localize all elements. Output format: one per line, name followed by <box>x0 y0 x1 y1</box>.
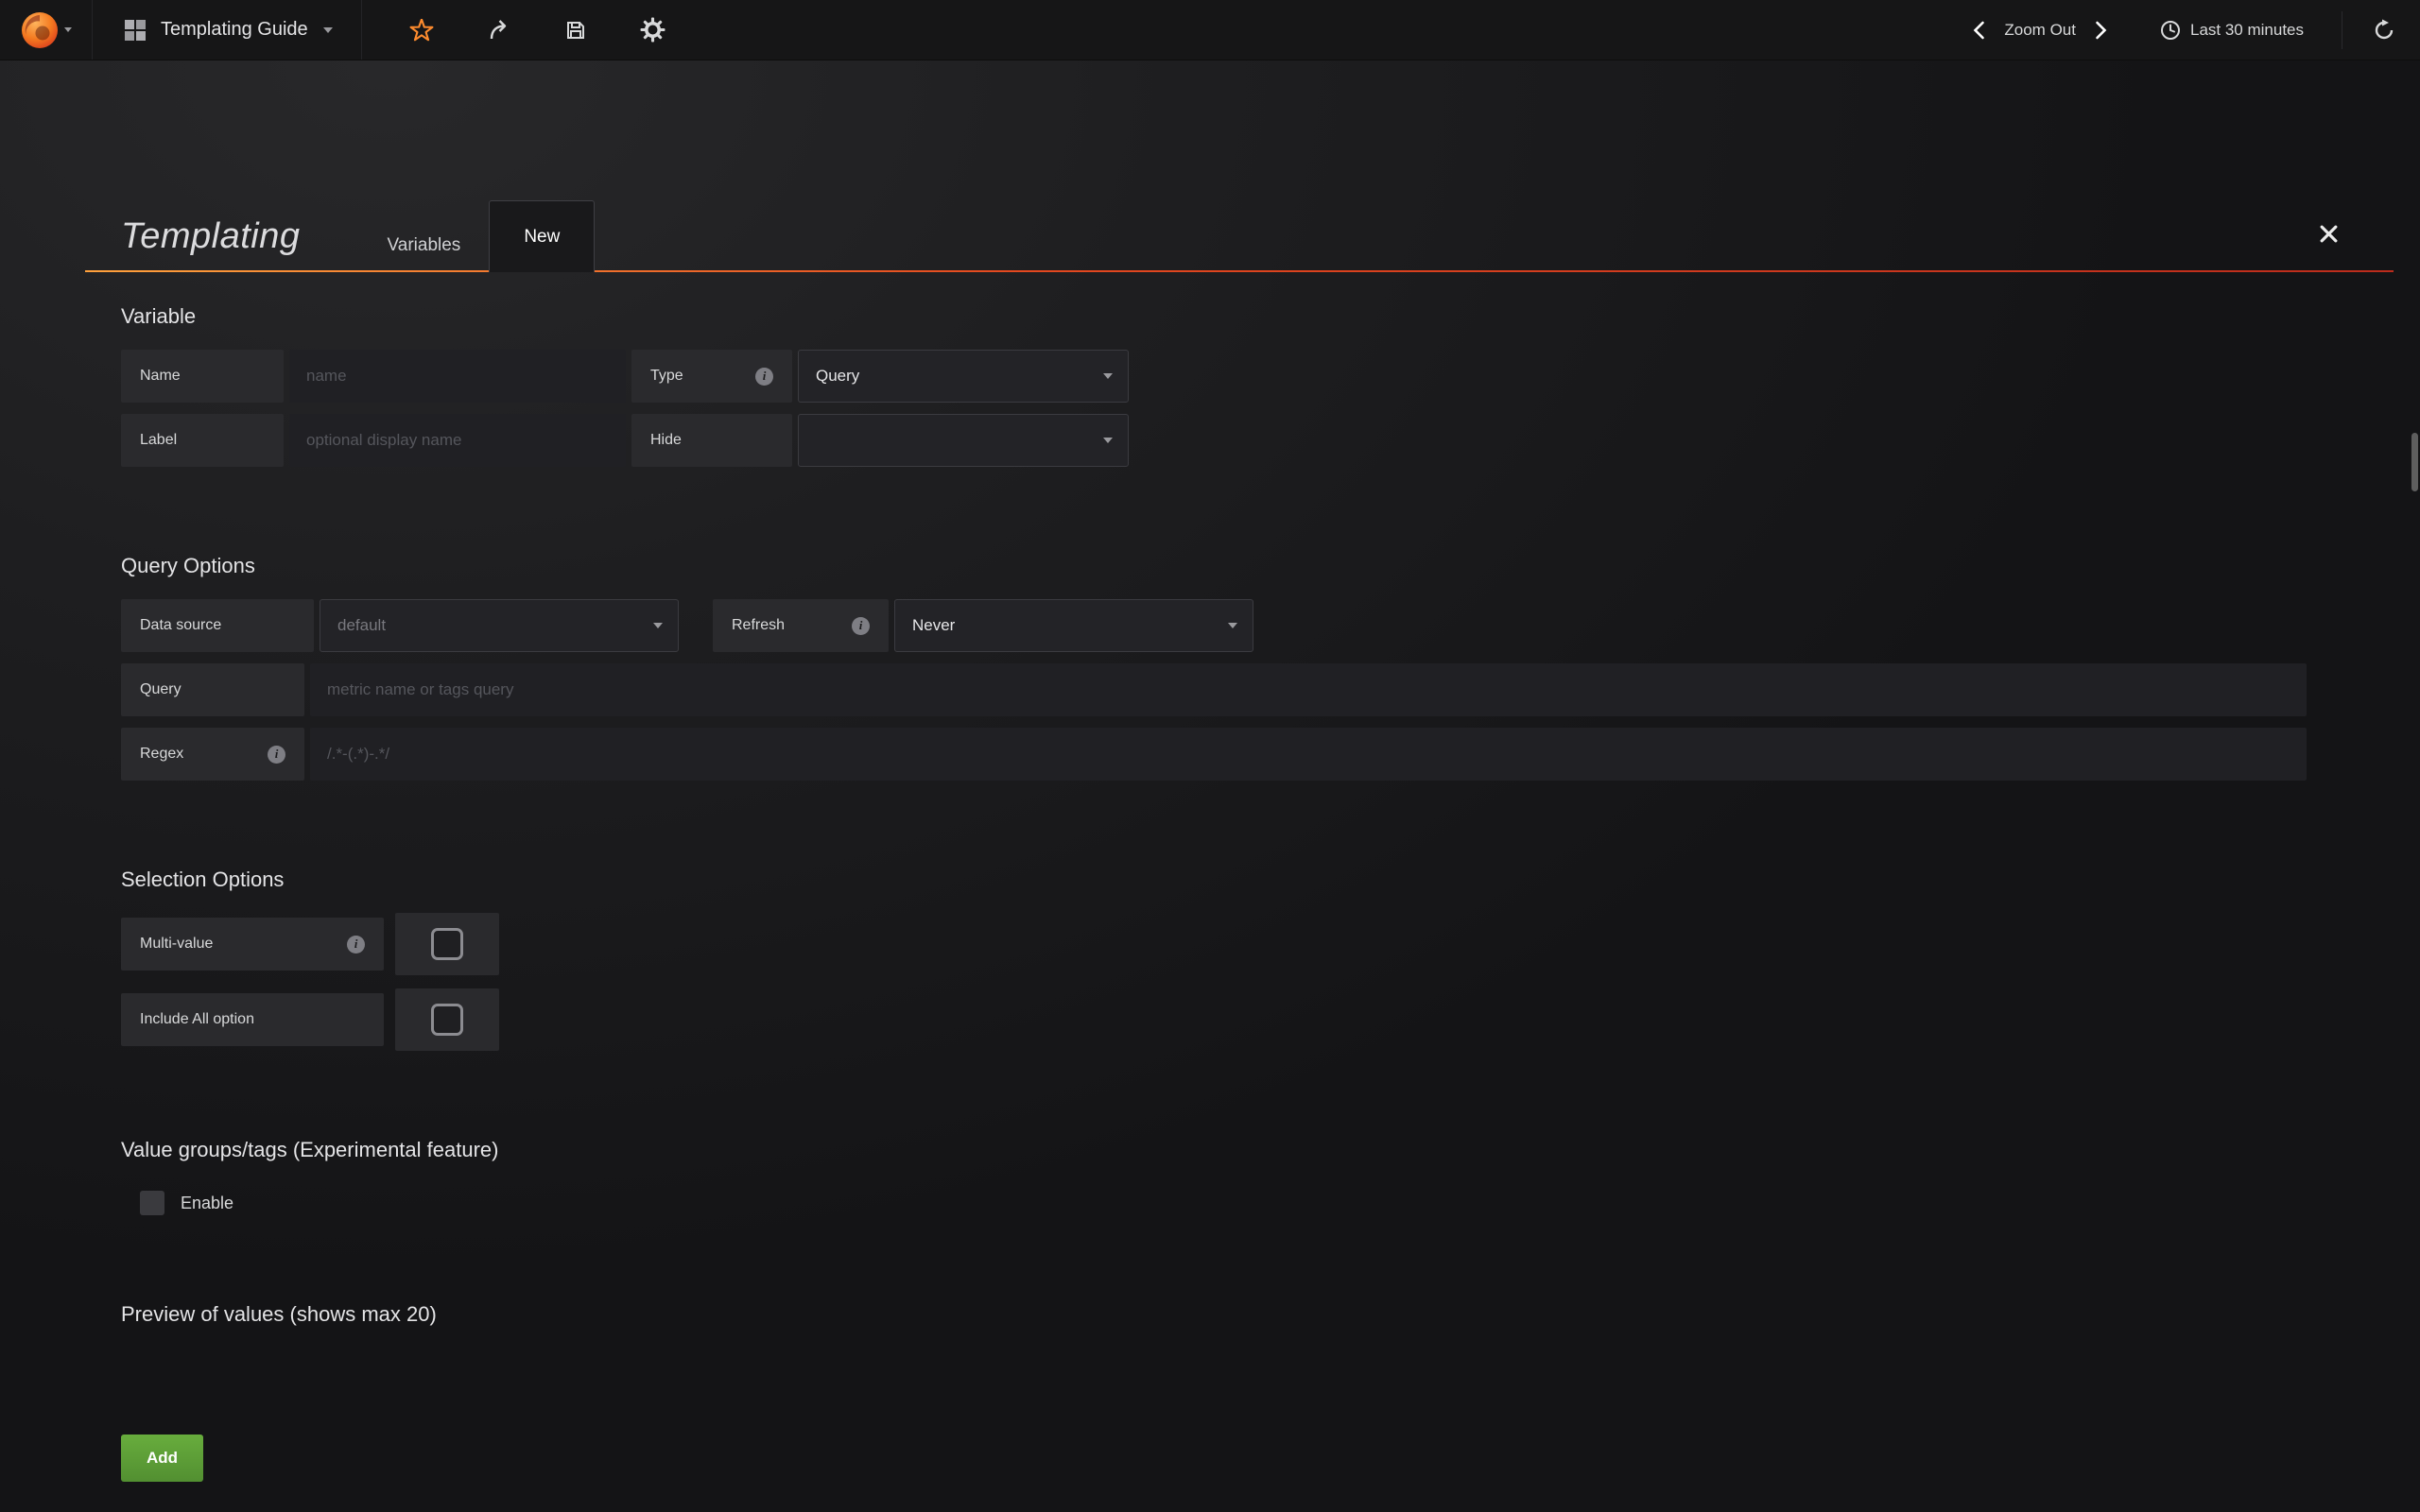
chevron-left-icon <box>1973 21 1985 40</box>
query-input[interactable] <box>310 663 2307 716</box>
checkbox-icon <box>431 928 463 960</box>
query-options-heading: Query Options <box>121 554 2420 578</box>
variable-label-row: Label Hide <box>121 414 2420 467</box>
regex-input[interactable] <box>310 728 2307 781</box>
query-options-section: Query Options Data source default Refres… <box>121 554 2420 781</box>
multi-value-row: Multi-value i <box>121 913 2420 975</box>
name-input[interactable] <box>289 350 626 403</box>
type-label: Type i <box>631 350 792 403</box>
label-input[interactable] <box>289 414 626 467</box>
enable-label: Enable <box>181 1194 233 1213</box>
enable-row: Enable <box>140 1191 2420 1215</box>
refresh-label-text: Refresh <box>732 617 785 634</box>
datasource-select[interactable]: default <box>320 599 679 652</box>
info-icon[interactable]: i <box>755 368 773 386</box>
multi-value-label: Multi-value i <box>121 918 384 971</box>
preview-heading: Preview of values (shows max 20) <box>121 1302 2420 1327</box>
variable-section: Variable Name Type i Query Label Hide <box>121 304 2420 467</box>
templating-tabs: Variables New <box>359 200 596 272</box>
enable-checkbox[interactable] <box>140 1191 164 1215</box>
info-icon[interactable]: i <box>347 936 365 954</box>
chevron-down-icon <box>653 623 663 628</box>
datasource-row: Data source default Refresh i Never <box>121 599 2420 652</box>
query-label: Query <box>121 663 304 716</box>
share-dashboard-button[interactable] <box>460 0 538 60</box>
add-variable-button[interactable]: Add <box>121 1435 203 1482</box>
save-dashboard-button[interactable] <box>538 0 614 60</box>
regex-label-text: Regex <box>140 746 183 763</box>
variable-name-row: Name Type i Query <box>121 350 2420 403</box>
star-icon <box>409 19 434 42</box>
dashboard-picker[interactable]: Templating Guide <box>93 0 362 60</box>
grafana-logo-icon <box>21 11 59 49</box>
time-controls: Zoom Out Last 30 minutes <box>1969 0 2420 60</box>
chevron-down-icon <box>1103 438 1113 443</box>
share-icon <box>487 18 511 42</box>
variable-heading: Variable <box>121 304 2420 329</box>
preview-section: Preview of values (shows max 20) <box>121 1302 2420 1327</box>
vertical-scrollbar-thumb[interactable] <box>2411 433 2418 491</box>
chevron-down-icon <box>323 27 333 33</box>
close-icon <box>2319 224 2339 244</box>
templating-editor: Variable Name Type i Query Label Hide Q <box>121 304 2420 1482</box>
hide-select[interactable] <box>798 414 1129 467</box>
chevron-down-icon <box>64 27 72 32</box>
datasource-label: Data source <box>121 599 314 652</box>
type-select-value: Query <box>816 367 859 386</box>
chevron-down-icon <box>1228 623 1237 628</box>
refresh-icon <box>2373 19 2395 42</box>
query-row: Query <box>121 663 2420 716</box>
refresh-select-value: Never <box>912 616 955 635</box>
chevron-down-icon <box>1103 373 1113 379</box>
checkbox-icon <box>431 1004 463 1036</box>
close-templating-button[interactable] <box>2315 220 2342 248</box>
dashboard-grid-icon <box>125 20 146 41</box>
chevron-right-icon <box>2095 21 2107 40</box>
type-select[interactable]: Query <box>798 350 1129 403</box>
clock-icon <box>2160 20 2181 41</box>
info-icon[interactable]: i <box>852 617 870 635</box>
type-label-text: Type <box>650 368 683 385</box>
star-dashboard-button[interactable] <box>383 0 460 60</box>
grafana-main-menu[interactable] <box>0 0 93 60</box>
refresh-select[interactable]: Never <box>894 599 1253 652</box>
tab-variables[interactable]: Variables <box>359 219 490 272</box>
zoom-out-button[interactable]: Zoom Out <box>2004 21 2076 40</box>
gear-icon <box>640 17 666 43</box>
save-icon <box>564 19 587 42</box>
regex-row: Regex i <box>121 728 2420 781</box>
include-all-label: Include All option <box>121 993 384 1046</box>
regex-label: Regex i <box>121 728 304 781</box>
include-all-checkbox[interactable] <box>395 988 499 1051</box>
multi-value-checkbox[interactable] <box>395 913 499 975</box>
datasource-select-value: default <box>337 616 386 635</box>
multi-value-label-text: Multi-value <box>140 936 213 953</box>
tab-new[interactable]: New <box>489 200 595 272</box>
refresh-dashboard-button[interactable] <box>2342 11 2407 49</box>
time-range-picker[interactable]: Last 30 minutes <box>2154 19 2309 42</box>
templating-header: Templating Variables New <box>85 166 2394 272</box>
dashboard-actions <box>362 0 692 60</box>
info-icon[interactable]: i <box>268 746 285 764</box>
value-groups-section: Value groups/tags (Experimental feature)… <box>121 1138 2420 1215</box>
time-range-label: Last 30 minutes <box>2190 21 2304 40</box>
dashboard-settings-button[interactable] <box>614 0 692 60</box>
label-label: Label <box>121 414 284 467</box>
value-groups-heading: Value groups/tags (Experimental feature) <box>121 1138 2420 1162</box>
top-navbar: Templating Guide <box>0 0 2420 60</box>
time-shift-back-button[interactable] <box>1969 17 1989 43</box>
refresh-label: Refresh i <box>713 599 889 652</box>
hide-label: Hide <box>631 414 792 467</box>
selection-options-section: Selection Options Multi-value i Include … <box>121 868 2420 1051</box>
include-all-row: Include All option <box>121 988 2420 1051</box>
dashboard-title: Templating Guide <box>161 19 308 41</box>
page-title: Templating <box>121 216 301 257</box>
time-shift-forward-button[interactable] <box>2091 17 2111 43</box>
name-label: Name <box>121 350 284 403</box>
selection-options-heading: Selection Options <box>121 868 2420 892</box>
